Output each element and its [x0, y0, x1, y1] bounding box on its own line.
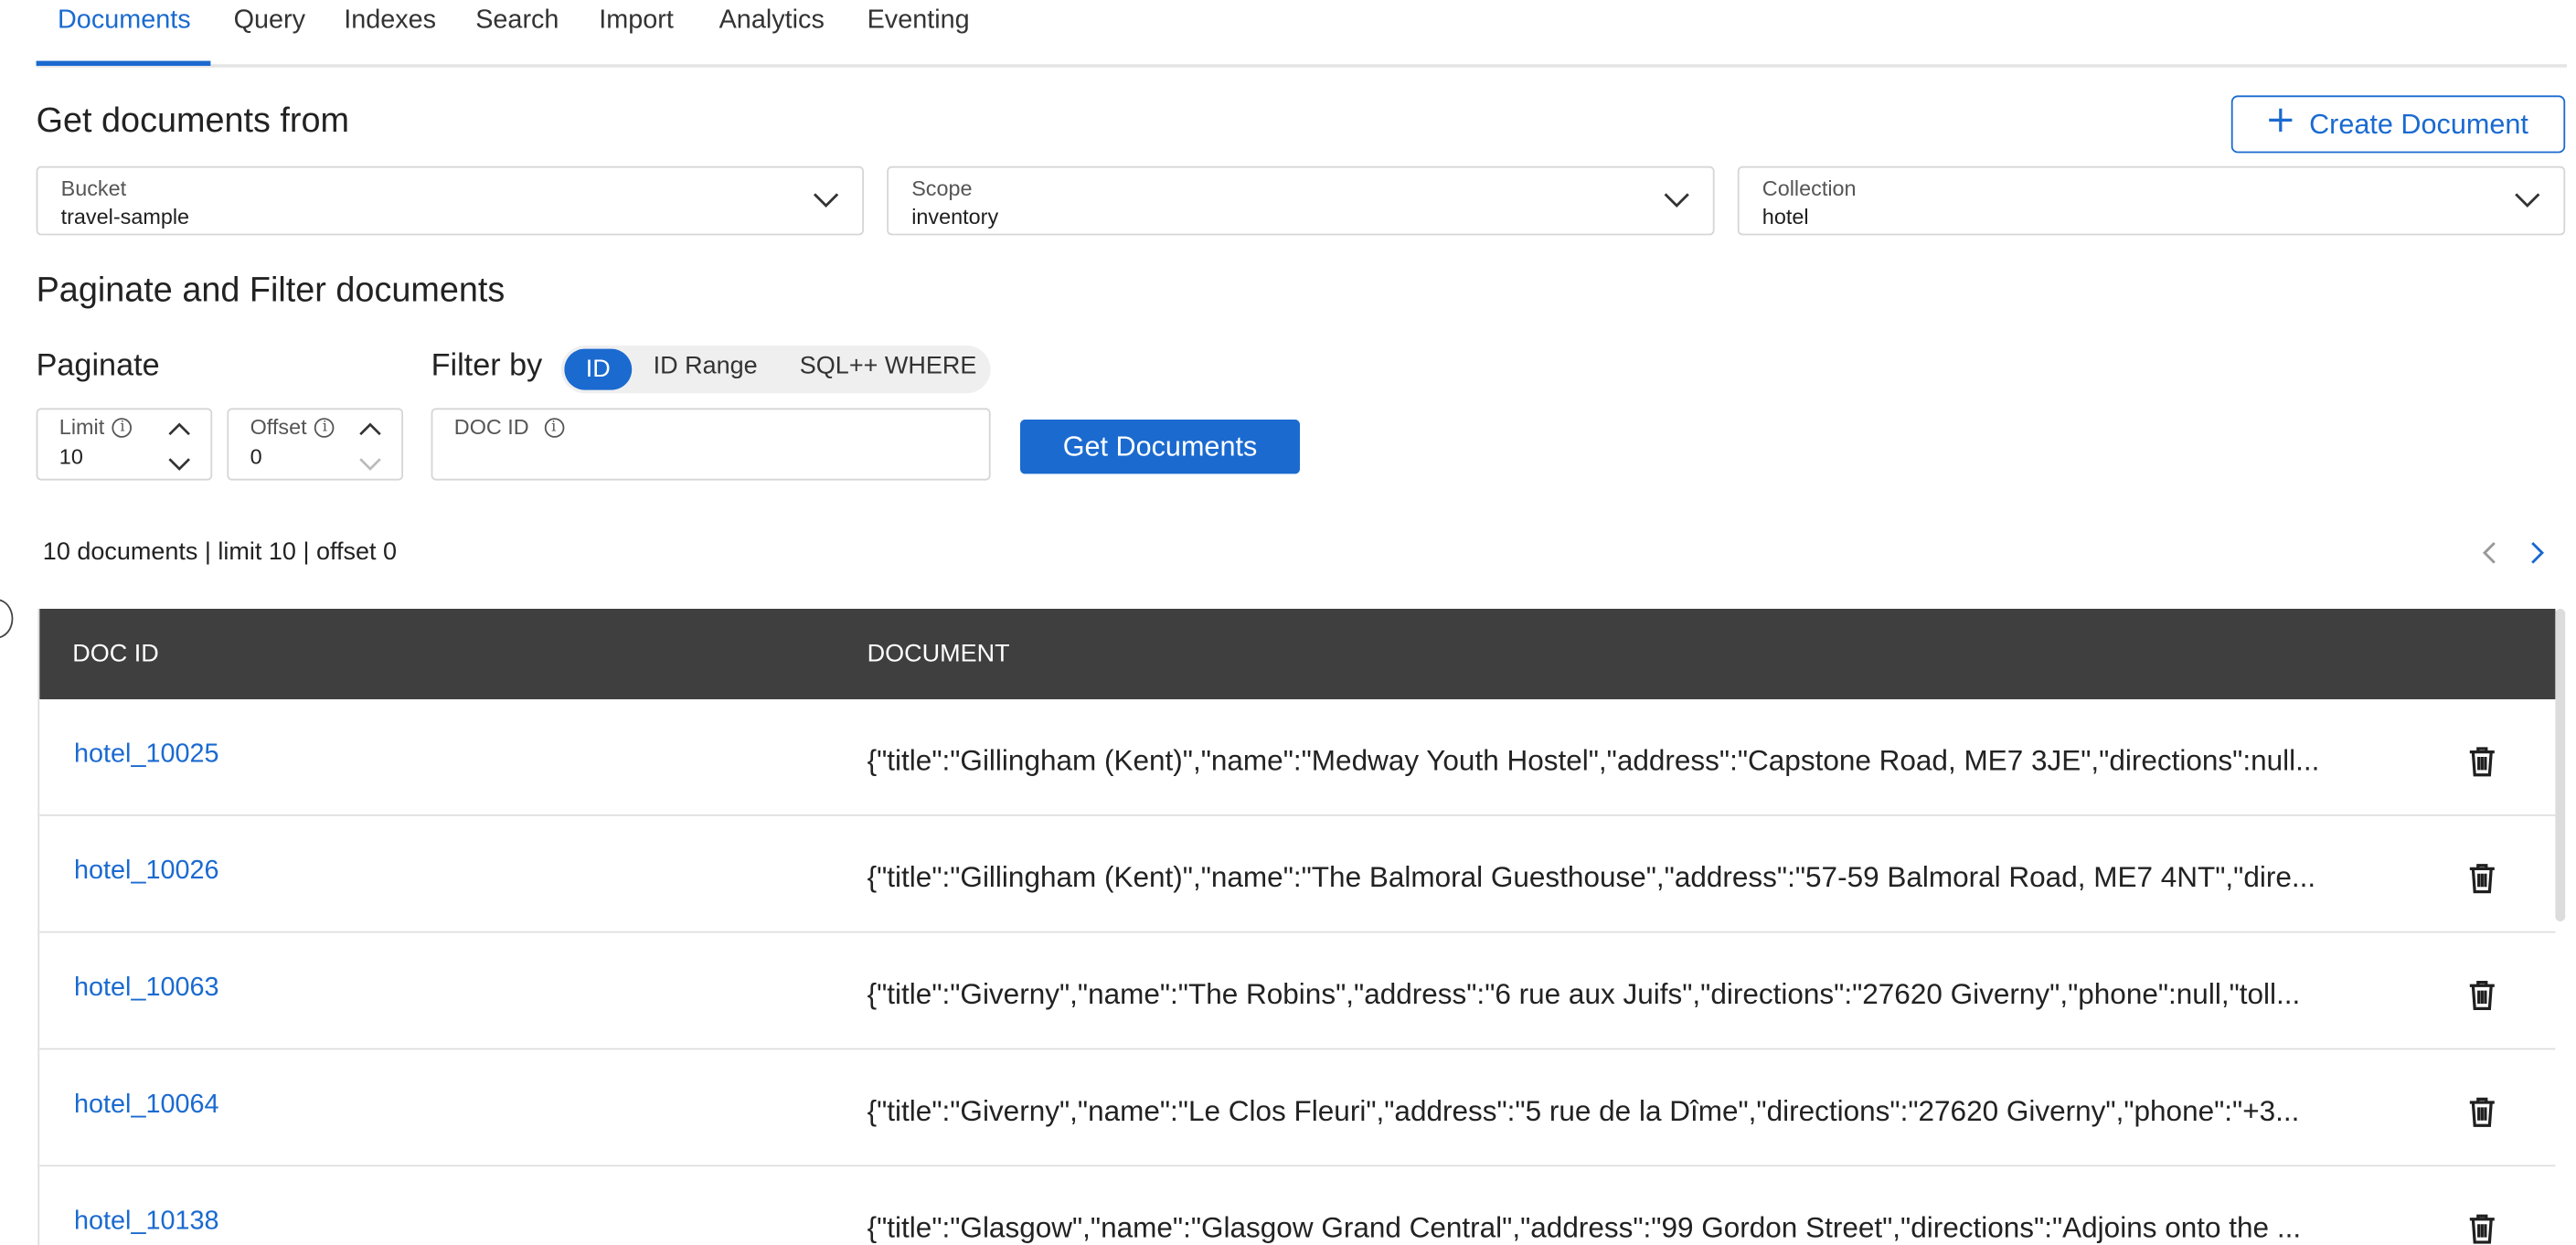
offset-value: 0: [250, 444, 262, 469]
results-summary: 10 documents | limit 10 | offset 0: [42, 537, 398, 567]
doc-id-link[interactable]: hotel_10138: [74, 1208, 219, 1237]
table-row: hotel_10063 {"title":"Giverny","name":"T…: [39, 932, 2556, 1050]
chevron-right-icon[interactable]: [2529, 539, 2546, 574]
tab-analytics[interactable]: Analytics: [719, 6, 825, 36]
collection-select[interactable]: Collection hotel: [1737, 165, 2566, 236]
limit-label: Limit: [59, 414, 105, 440]
active-tab-indicator: [36, 60, 211, 66]
trash-icon[interactable]: [2468, 862, 2496, 901]
bucket-select[interactable]: Bucket travel-sample: [36, 165, 865, 236]
tab-indexes[interactable]: Indexes: [344, 6, 436, 36]
document-preview[interactable]: {"title":"Giverny","name":"The Robins","…: [868, 977, 2394, 1012]
trash-icon[interactable]: [2468, 1213, 2496, 1245]
get-documents-button[interactable]: Get Documents: [1020, 420, 1300, 474]
tab-query[interactable]: Query: [234, 6, 305, 36]
doc-id-label: DOC ID: [453, 414, 529, 440]
scope-label: Scope: [911, 176, 973, 201]
doc-id-link[interactable]: hotel_10063: [74, 974, 219, 1004]
scope-value: inventory: [911, 204, 999, 229]
collapse-handle[interactable]: [0, 599, 14, 639]
table-row: hotel_10026 {"title":"Gillingham (Kent)"…: [39, 815, 2556, 933]
filter-by-heading: Filter by: [431, 348, 543, 384]
doc-id-link[interactable]: hotel_10064: [74, 1091, 219, 1120]
tab-bar: Documents Query Indexes Search Import An…: [36, 0, 2567, 68]
offset-stepper[interactable]: Offset i 0: [227, 408, 403, 481]
trash-icon[interactable]: [2468, 979, 2496, 1018]
documents-table: DOC ID DOCUMENT hotel_10025 {"title":"Gi…: [37, 609, 2556, 1245]
chevron-down-icon: [2514, 189, 2540, 218]
filter-mode-toggle: ID ID Range SQL++ WHERE: [560, 346, 991, 394]
info-icon[interactable]: i: [112, 417, 133, 437]
doc-id-link[interactable]: hotel_10026: [74, 857, 219, 887]
chevron-up-icon[interactable]: [358, 416, 381, 445]
filter-option-id-range[interactable]: ID Range: [654, 352, 758, 380]
document-preview[interactable]: {"title":"Gillingham (Kent)","name":"Med…: [868, 744, 2394, 779]
create-document-label: Create Document: [2309, 107, 2528, 140]
table-row: hotel_10138 {"title":"Glasgow","name":"G…: [39, 1166, 2556, 1245]
tab-eventing[interactable]: Eventing: [868, 6, 970, 36]
column-header-document[interactable]: DOCUMENT: [868, 640, 1010, 668]
chevron-left-icon[interactable]: [2481, 539, 2497, 574]
tab-documents[interactable]: Documents: [58, 6, 191, 36]
create-document-button[interactable]: Create Document: [2230, 95, 2566, 154]
chevron-down-icon: [813, 189, 839, 218]
paginate-filter-title: Paginate and Filter documents: [36, 271, 506, 310]
chevron-up-icon[interactable]: [168, 416, 191, 445]
tab-search[interactable]: Search: [475, 6, 559, 36]
info-icon[interactable]: i: [543, 417, 564, 437]
collection-value: hotel: [1762, 204, 1809, 229]
scope-select[interactable]: Scope inventory: [887, 165, 1715, 236]
table-scrollbar[interactable]: [2555, 609, 2566, 921]
trash-icon[interactable]: [2468, 745, 2496, 784]
doc-id-field[interactable]: DOC ID i: [431, 408, 991, 481]
table-row: hotel_10025 {"title":"Gillingham (Kent)"…: [39, 699, 2556, 816]
collection-label: Collection: [1762, 176, 1857, 201]
limit-value: 10: [59, 444, 83, 469]
column-header-doc-id[interactable]: DOC ID: [72, 640, 159, 668]
table-header: DOC ID DOCUMENT: [39, 609, 2556, 699]
chevron-down-icon[interactable]: [168, 451, 191, 480]
doc-id-link[interactable]: hotel_10025: [74, 740, 219, 770]
plus-icon: [2268, 107, 2294, 142]
chevron-down-icon: [1664, 189, 1690, 218]
filter-option-sql-where[interactable]: SQL++ WHERE: [800, 352, 977, 380]
document-preview[interactable]: {"title":"Glasgow","name":"Glasgow Grand…: [868, 1211, 2394, 1245]
paginate-heading: Paginate: [36, 348, 160, 384]
trash-icon[interactable]: [2468, 1096, 2496, 1135]
document-preview[interactable]: {"title":"Giverny","name":"Le Clos Fleur…: [868, 1094, 2394, 1129]
tab-import[interactable]: Import: [599, 6, 674, 36]
page-title: Get documents from: [36, 101, 350, 140]
bucket-value: travel-sample: [60, 204, 190, 229]
offset-label: Offset: [250, 414, 307, 440]
limit-stepper[interactable]: Limit i 10: [36, 408, 213, 481]
info-icon[interactable]: i: [314, 417, 335, 437]
filter-option-id[interactable]: ID: [564, 348, 633, 390]
bucket-label: Bucket: [60, 176, 127, 201]
chevron-down-icon[interactable]: [358, 451, 381, 480]
table-row: hotel_10064 {"title":"Giverny","name":"L…: [39, 1049, 2556, 1167]
document-preview[interactable]: {"title":"Gillingham (Kent)","name":"The…: [868, 860, 2394, 895]
